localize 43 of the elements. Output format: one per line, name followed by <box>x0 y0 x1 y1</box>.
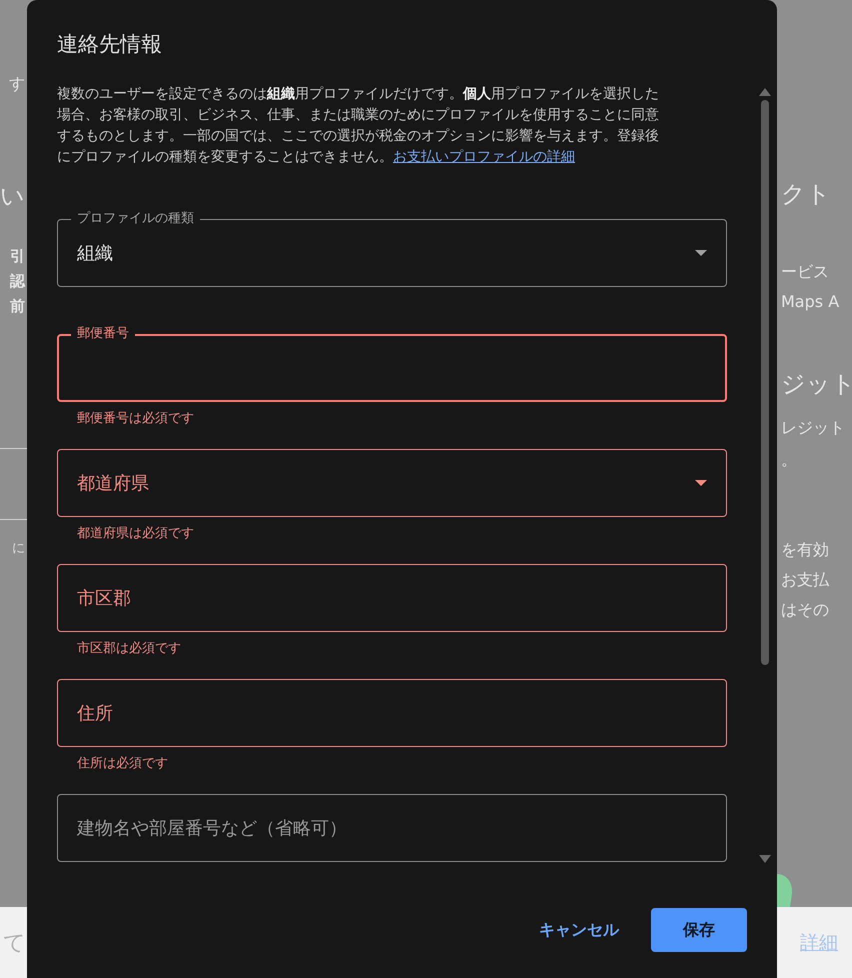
field-label: 住所 <box>77 702 113 725</box>
background-text: を有効 <box>781 540 829 561</box>
background-text: 認 <box>10 272 25 291</box>
background-text: はその <box>781 600 829 621</box>
field-label: 都道府県 <box>77 472 149 495</box>
details-link[interactable]: お支払いプロファイルの詳細 <box>393 149 575 165</box>
input-field[interactable]: 市区郡 <box>57 555 727 632</box>
background-text: ジット <box>781 369 852 400</box>
background-text: クト <box>781 179 831 210</box>
error-message: 都道府県は必須です <box>77 525 194 542</box>
dropdown-field[interactable]: 都道府県 <box>57 440 727 517</box>
cancel-button[interactable]: キャンセル <box>527 908 631 952</box>
background-text: 。 <box>781 450 797 471</box>
field-label: 市区郡 <box>77 587 131 610</box>
scroll-down-icon[interactable] <box>759 855 771 863</box>
background-text: レジット <box>781 418 845 439</box>
dropdown-arrow-icon <box>695 480 707 486</box>
field-placeholder: 建物名や部屋番号など（省略可） <box>77 817 347 840</box>
background-text: す <box>9 74 25 95</box>
background-text: ービス <box>781 262 829 283</box>
background-text: 前 <box>10 297 25 316</box>
error-message: 郵便番号は必須です <box>77 410 194 427</box>
background-text: お支払 <box>781 570 829 591</box>
background-text: 引 <box>10 247 25 266</box>
background-text: に <box>12 540 25 557</box>
input-field[interactable]: 建物名や部屋番号など（省略可） <box>57 785 727 862</box>
background-text: Maps A <box>781 292 840 311</box>
description-text: 複数のユーザーを設定できるのは組織用プロファイルだけです。個人用プロファイルを選択した場合、お客様の取引、ビジネス、仕事、または職業のためにプロファイルを使用することに同意するものとします。一部の国では、ここでの選択が税金のオプションに影響を与えます。登録後にプロファイルの種類を変更することはできません。お支払いプロファイルの詳細 <box>57 85 660 167</box>
input-field[interactable]: 住所 <box>57 670 727 747</box>
dropdown-arrow-icon <box>695 250 707 256</box>
dialog-title: 連絡先情報 <box>57 31 162 58</box>
dropdown-field[interactable]: プロファイルの種類 組織 <box>57 210 727 287</box>
field-label: プロファイルの種類 <box>71 211 200 227</box>
scrollbar-thumb[interactable] <box>761 100 769 665</box>
field-value: 組織 <box>77 242 113 265</box>
error-message: 市区郡は必須です <box>77 640 181 657</box>
background-text: て <box>3 930 26 958</box>
save-button[interactable]: 保存 <box>651 908 747 952</box>
input-field[interactable]: 郵便番号 <box>57 325 727 402</box>
scroll-up-icon[interactable] <box>759 88 771 96</box>
background-text: い <box>0 181 25 212</box>
field-label: 郵便番号 <box>71 326 135 342</box>
error-message: 住所は必須です <box>77 755 168 772</box>
